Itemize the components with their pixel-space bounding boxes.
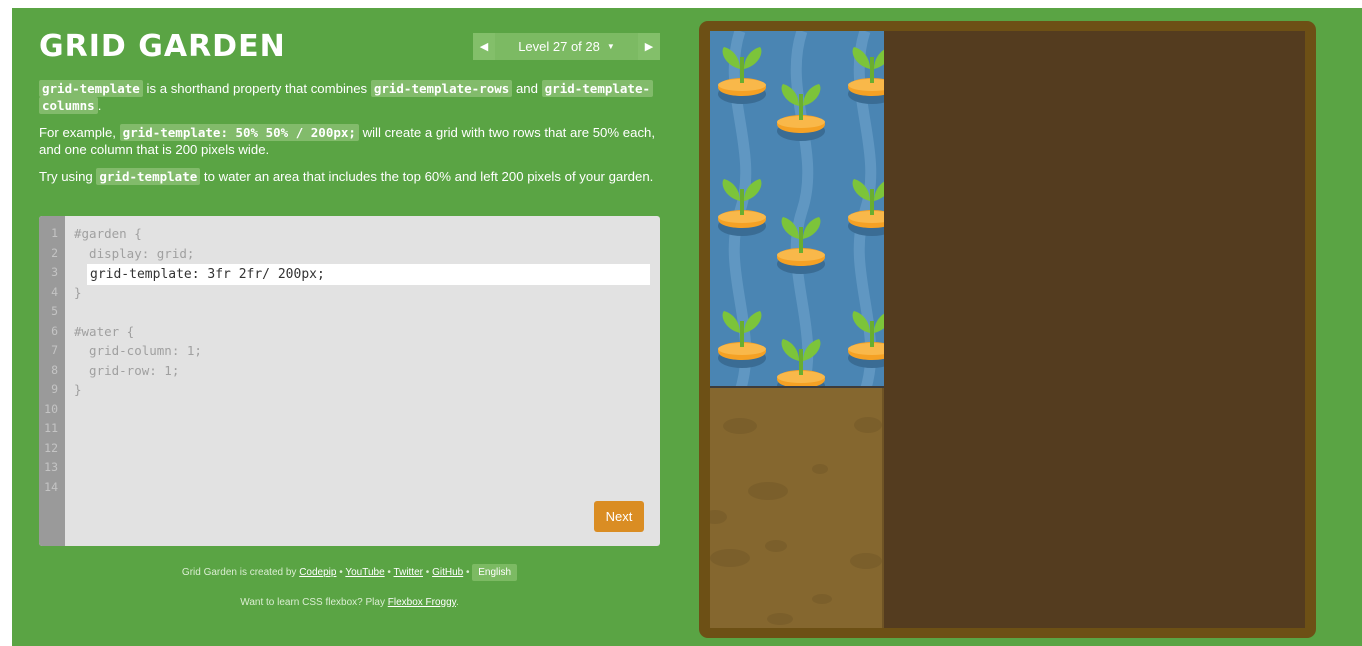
code-line: #garden {: [74, 226, 142, 241]
footer-separator: •: [384, 567, 394, 578]
instruction-text: is a shorthand property that combines: [142, 81, 371, 96]
prev-level-button[interactable]: ◀: [473, 33, 495, 60]
carrot-icon: [718, 311, 766, 368]
instruction-paragraph-1: grid-template is a shorthand property th…: [39, 80, 659, 114]
flexbox-froggy-link[interactable]: Flexbox Froggy: [388, 597, 456, 608]
github-link[interactable]: GitHub: [432, 567, 463, 578]
instruction-paragraph-2: For example, grid-template: 50% 50% / 20…: [39, 124, 659, 158]
next-button[interactable]: Next: [594, 501, 644, 532]
garden-frame: [699, 21, 1316, 638]
language-selector[interactable]: English: [472, 564, 518, 581]
line-number: 2: [51, 245, 58, 260]
line-number: 6: [51, 323, 58, 338]
code-term: grid-template-rows: [370, 80, 513, 97]
instruction-text: .: [97, 98, 102, 113]
line-number: 14: [44, 479, 58, 494]
water-area: [710, 31, 884, 388]
instruction-text: Try using: [39, 169, 97, 184]
css-code-input[interactable]: [87, 264, 650, 285]
triangle-right-icon: ▶: [644, 41, 654, 53]
code-line: }: [74, 284, 82, 300]
code-term: grid-template: [39, 80, 143, 97]
carrot-icon: [718, 179, 766, 236]
code-line: display: grid;: [74, 245, 195, 261]
level-indicator[interactable]: Level 27 of 28 ▼: [495, 33, 638, 60]
instructions: grid-template is a shorthand property th…: [39, 80, 659, 195]
app-background: GRID GARDEN ◀ Level 27 of 28 ▼ ▶ grid-te…: [12, 8, 1362, 646]
caret-down-icon: ▼: [606, 42, 615, 51]
instruction-text: For example,: [39, 125, 120, 140]
garden-soil: [710, 31, 1305, 628]
line-number: 12: [44, 440, 58, 455]
carrot-icon: [777, 84, 825, 141]
footer-text: Grid Garden is created by: [181, 567, 300, 578]
code-line: grid-column: 1;: [74, 343, 202, 358]
line-number: 9: [51, 382, 58, 396]
footer: Grid Garden is created by Codepip • YouT…: [39, 564, 660, 608]
carrot-icon: [718, 47, 766, 104]
carrot-icon: [848, 311, 884, 368]
carrot-icon: [848, 47, 884, 104]
line-number: 4: [51, 284, 58, 299]
code-term: grid-template: [96, 168, 201, 185]
code-line: }: [74, 382, 82, 397]
level-navigator: ◀ Level 27 of 28 ▼ ▶: [473, 33, 660, 60]
triangle-left-icon: ◀: [479, 41, 489, 53]
page-title: GRID GARDEN: [39, 29, 286, 64]
line-number: 7: [51, 343, 58, 357]
footer-text: Want to learn CSS flexbox? Play: [240, 597, 388, 608]
next-level-button[interactable]: ▶: [638, 33, 660, 60]
footer-flexbox-promo: Want to learn CSS flexbox? Play Flexbox …: [39, 597, 660, 608]
line-number: 3: [51, 265, 58, 279]
code-line: grid-row: 1;: [74, 362, 180, 378]
line-number: 10: [44, 401, 58, 416]
line-number: 1: [51, 226, 58, 240]
footer-separator: •: [423, 567, 433, 578]
line-number: 8: [51, 362, 58, 377]
youtube-link[interactable]: YouTube: [345, 567, 384, 578]
line-number: 5: [51, 304, 58, 318]
instruction-text: to water an area that includes the top 6…: [200, 169, 654, 184]
code-term: grid-template: 50% 50% / 200px;: [119, 124, 359, 141]
line-number-gutter: 1 2 3 4 5 6 7 8 9 10 11 12 13 14: [39, 216, 65, 546]
codepip-link[interactable]: Codepip: [299, 567, 336, 578]
carrot-icon: [848, 179, 884, 236]
level-indicator-label: Level 27 of 28: [518, 39, 600, 54]
twitter-link[interactable]: Twitter: [394, 567, 423, 578]
carrot-icon: [777, 217, 825, 274]
carrot-icon: [777, 339, 825, 386]
line-number: 13: [44, 460, 58, 474]
line-number: 11: [44, 421, 58, 435]
instruction-paragraph-3: Try using grid-template to water an area…: [39, 168, 659, 185]
instruction-text: and: [512, 81, 542, 96]
code-line: #water {: [74, 323, 135, 339]
footer-separator: •: [463, 567, 473, 578]
footer-credits: Grid Garden is created by Codepip • YouT…: [39, 564, 660, 582]
code-editor: 1 2 3 4 5 6 7 8 9 10 11 12 13 14 #garden…: [39, 216, 660, 546]
footer-text: .: [455, 597, 459, 608]
